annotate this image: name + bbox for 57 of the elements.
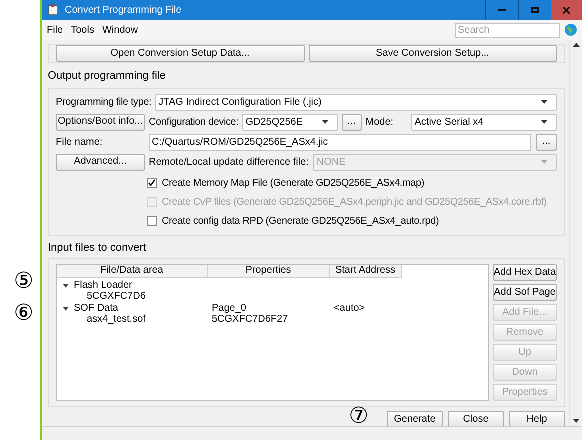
checkbox[interactable]: [147, 178, 157, 188]
maximize-icon: [531, 7, 539, 13]
close-icon: [563, 6, 570, 14]
dropdown[interactable]: GD25Q256E: [242, 114, 338, 130]
table-cell: Page_0: [212, 302, 246, 314]
window-title: Convert Programming File: [65, 4, 182, 18]
minimize-icon: [498, 9, 506, 11]
table-cell: <auto>: [334, 302, 366, 314]
section-title: Output programming file: [48, 69, 167, 84]
checkbox-label: Create config data RPD (Generate GD25Q256E_ASx4_auto.rpd): [162, 214, 440, 228]
column-header[interactable]: Properties: [208, 265, 330, 278]
checkmark-icon: [148, 179, 156, 187]
dropdown[interactable]: Active Serial x4: [410, 114, 557, 130]
field-label: Configuration device:: [149, 116, 240, 130]
globe-icon[interactable]: [565, 24, 577, 36]
tree-item-label[interactable]: 5CGXFC7D6: [87, 292, 146, 302]
expanded-arrow-icon[interactable]: [63, 282, 69, 289]
dropdown[interactable]: JTAG Indirect Configuration File (.jic): [154, 94, 557, 110]
action-button[interactable]: Add Sof Page: [493, 284, 557, 301]
menu-item[interactable]: File: [47, 22, 64, 38]
tree-item-label[interactable]: Flash Loader: [74, 280, 132, 291]
checkbox[interactable]: [147, 216, 157, 226]
dropdown-arrow-icon: [541, 100, 548, 104]
checkbox-label: Create CvP files (Generate GD25Q256E_ASx4.periph.jic and GD25Q256E_ASx4.core.rbf): [162, 196, 547, 210]
tree-item-label[interactable]: SOF Data: [74, 304, 118, 314]
scroll-down-arrow-icon[interactable]: [572, 419, 580, 423]
close-button[interactable]: [551, 0, 582, 20]
column-header[interactable]: Start Address: [330, 265, 402, 278]
annotation-number: ⑥: [14, 302, 34, 324]
field-label: Mode:: [364, 116, 395, 130]
browse-button[interactable]: ...: [342, 114, 362, 130]
section-title: Input files to convert: [48, 240, 148, 256]
app-icon: [48, 4, 59, 16]
tree-item-label[interactable]: asx4_test.sof: [87, 315, 146, 326]
checkbox-label: Create Memory Map File (Generate GD25Q256E_ASx4.map): [162, 176, 424, 190]
annotation-number: ⑦: [349, 405, 369, 427]
menu-item[interactable]: Window: [102, 22, 138, 38]
annotation-number: ⑤: [14, 270, 34, 292]
action-button[interactable]: Add Hex Data: [493, 264, 557, 281]
scroll-up-arrow-icon[interactable]: [572, 43, 580, 47]
column-header[interactable]: File/Data area: [57, 265, 208, 278]
browse-button[interactable]: ...: [536, 134, 557, 150]
expanded-arrow-icon[interactable]: [63, 306, 69, 312]
field-label: Programming file type:: [56, 96, 153, 110]
menu-item[interactable]: Tools: [71, 22, 94, 38]
setup-button[interactable]: Save Conversion Setup...: [308, 45, 557, 62]
dropdown-arrow-icon: [541, 160, 548, 164]
options-button[interactable]: Options/Boot info...: [56, 114, 145, 130]
file-name-field[interactable]: C:/Quartus/ROM/GD25Q256E_ASx4.jic: [149, 134, 531, 150]
setup-button[interactable]: Open Conversion Setup Data...: [56, 45, 304, 62]
table-cell: 5CGXFC7D6F27: [212, 314, 288, 326]
field-label: Remote/Local update difference file:: [149, 156, 310, 170]
search-field[interactable]: Search: [455, 22, 560, 38]
advanced-button[interactable]: Advanced...: [56, 154, 145, 170]
dropdown-arrow-icon: [322, 120, 329, 124]
dropdown-arrow-icon: [541, 120, 548, 124]
field-label: File name:: [56, 136, 104, 150]
